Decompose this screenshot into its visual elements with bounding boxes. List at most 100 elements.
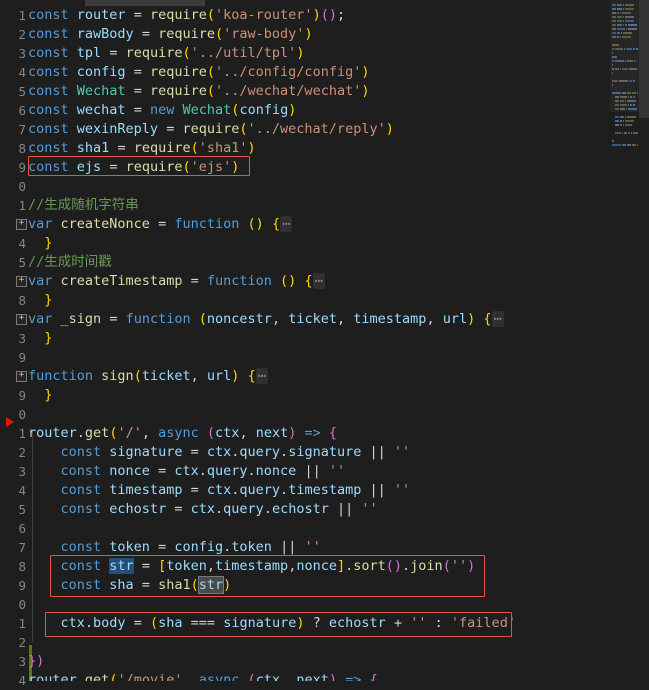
code-line-router-get-root[interactable]: router.get('/', async (ctx, next) => { — [28, 424, 337, 443]
minimap-slider[interactable] — [610, 0, 639, 112]
line-number: 6 — [18, 521, 26, 536]
selected-token-str[interactable]: str — [109, 558, 134, 574]
code-line[interactable]: const rawBody = require('raw-body') — [28, 25, 313, 44]
line-number: 5 — [18, 255, 26, 270]
fold-toggle-icon[interactable] — [16, 276, 27, 287]
line-number: 6 — [18, 103, 26, 118]
line-number: 1 — [18, 616, 26, 631]
line-number: 9 — [18, 160, 26, 175]
line-number: 1 — [18, 8, 26, 23]
vertical-scrollbar[interactable] — [639, 0, 649, 681]
line-number: 2 — [18, 27, 26, 42]
comment-text: //生成随机字符串 — [28, 197, 139, 213]
line-number-gutter: 123456789012456893909012345678901234 — [0, 0, 28, 688]
code-line[interactable]: var _sign = function (noncestr, ticket, … — [28, 310, 504, 329]
fold-toggle-icon[interactable] — [16, 371, 27, 382]
line-number: 1 — [18, 426, 26, 441]
line-number: 3 — [18, 654, 26, 669]
code-line[interactable]: const config = require('../config/config… — [28, 63, 369, 82]
line-number: 0 — [18, 597, 26, 612]
line-number: 2 — [18, 635, 26, 650]
code-line-ctx-body[interactable]: ctx.body = (sha === signature) ? echostr… — [28, 614, 516, 633]
minimap-line-segment — [631, 132, 632, 134]
code-line[interactable]: } — [28, 291, 52, 310]
line-number: 3 — [18, 464, 26, 479]
minimap-line-segment — [623, 120, 624, 122]
minimap-line-segment — [627, 144, 631, 146]
minimap-line-segment — [615, 132, 621, 134]
code-line[interactable]: var createNonce = function () {⋯ — [28, 215, 293, 234]
code-line[interactable]: } — [28, 329, 52, 348]
line-number: 8 — [18, 559, 26, 574]
minimap-line-segment — [625, 124, 632, 126]
line-number: 7 — [18, 122, 26, 137]
line-number: 3 — [18, 46, 26, 61]
occurrence-token-str[interactable]: str — [197, 576, 225, 594]
code-line[interactable]: const tpl = require('../util/tpl') — [28, 44, 304, 63]
code-line[interactable]: const Wechat = require('../wechat/wechat… — [28, 82, 369, 101]
code-line-ejs-require[interactable]: const ejs = require('ejs') — [28, 158, 239, 177]
line-number: 5 — [18, 502, 26, 517]
code-line[interactable]: const sha1 = require('sha1') — [28, 139, 256, 158]
fold-toggle-icon[interactable] — [16, 219, 27, 230]
code-line[interactable]: }) — [28, 652, 44, 671]
minimap-line-segment — [633, 132, 638, 134]
vertical-scrollbar-thumb[interactable] — [639, 0, 649, 118]
minimap-line-segment — [628, 132, 630, 134]
line-number: 4 — [18, 236, 26, 251]
debug-arrow-icon[interactable] — [6, 417, 14, 427]
line-number: 4 — [18, 65, 26, 80]
line-number: 9 — [18, 350, 26, 365]
minimap-line-segment — [615, 116, 619, 118]
minimap-line-segment — [622, 132, 623, 134]
minimap-line-segment — [622, 144, 626, 146]
line-number: 5 — [18, 84, 26, 99]
code-content[interactable]: const router = require('koa-router')(); … — [28, 0, 618, 681]
code-line[interactable]: } — [28, 234, 52, 253]
code-editor[interactable]: 123456789012456893909012345678901234 con… — [0, 0, 649, 688]
code-line[interactable]: const wexinReply = require('../wechat/re… — [28, 120, 394, 139]
minimap-line-segment — [615, 124, 619, 126]
code-line[interactable]: const router = require('koa-router')(); — [28, 6, 345, 25]
code-line-str-assign[interactable]: const str = [token,timestamp,nonce].sort… — [28, 557, 475, 576]
minimap-line-segment — [620, 120, 622, 122]
line-number: 0 — [18, 407, 26, 422]
code-line[interactable]: const nonce = ctx.query.nonce || '' — [28, 462, 346, 481]
code-line[interactable]: } — [28, 386, 52, 405]
minimap-line-segment — [615, 120, 619, 122]
code-line-router-get-movie[interactable]: router.get('/movie', async (ctx, next) =… — [28, 671, 378, 681]
code-comment-timestamp[interactable]: //生成时间戳 — [28, 253, 112, 272]
minimap-line-segment — [637, 144, 638, 146]
fold-toggle-icon[interactable] — [16, 314, 27, 325]
line-number: 9 — [18, 578, 26, 593]
line-number: 3 — [18, 331, 26, 346]
minimap-line-segment — [620, 116, 624, 118]
minimap-line-segment — [625, 120, 634, 122]
code-line-sha-assign[interactable]: const sha = sha1(str) — [28, 576, 231, 595]
line-number: 0 — [18, 179, 26, 194]
line-number: 2 — [18, 445, 26, 460]
line-number: 8 — [18, 141, 26, 156]
comment-text: //生成时间戳 — [28, 254, 112, 270]
minimap-line-segment — [612, 144, 621, 146]
code-line[interactable]: const signature = ctx.query.signature ||… — [28, 443, 411, 462]
code-line[interactable]: const token = config.token || '' — [28, 538, 321, 557]
line-number: 4 — [18, 483, 26, 498]
code-line[interactable]: const timestamp = ctx.query.timestamp ||… — [28, 481, 411, 500]
minimap-line-segment — [627, 116, 636, 118]
code-line[interactable]: var createTimestamp = function () {⋯ — [28, 272, 325, 291]
minimap-line-segment — [624, 132, 627, 134]
minimap-line-segment — [612, 140, 614, 142]
code-line[interactable]: function sign(ticket, url) {⋯ — [28, 367, 268, 386]
minimap-line-segment — [625, 116, 626, 118]
line-number: 7 — [18, 540, 26, 555]
line-number: 9 — [18, 388, 26, 403]
line-number: 8 — [18, 293, 26, 308]
code-line[interactable]: const echostr = ctx.query.echostr || '' — [28, 500, 378, 519]
code-line[interactable]: const wechat = new Wechat(config) — [28, 101, 296, 120]
line-number: 1 — [18, 198, 26, 213]
minimap-line-segment — [623, 124, 624, 126]
minimap-line-segment — [632, 144, 636, 146]
code-comment-random-string[interactable]: //生成随机字符串 — [28, 196, 139, 215]
minimap-line-segment — [620, 124, 622, 126]
